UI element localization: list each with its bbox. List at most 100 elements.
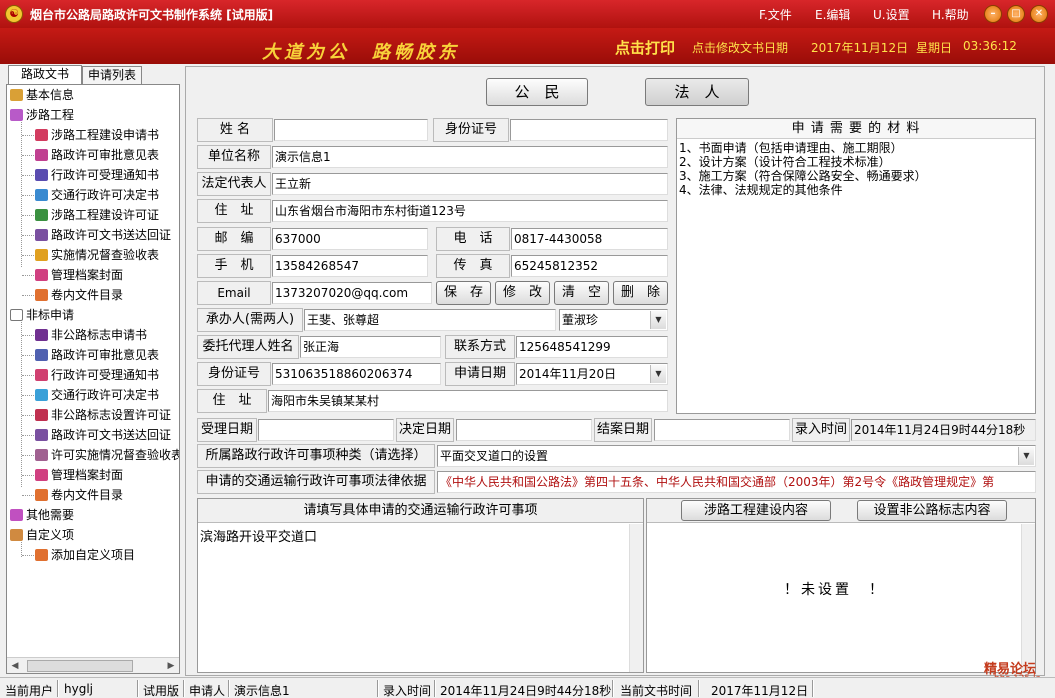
- status-bar: 当前用户 hyglj 试用版 申请人 演示信息1 录入时间 2014年11月24…: [0, 677, 1055, 698]
- menu-settings[interactable]: U.设置: [873, 6, 910, 23]
- close-date-field[interactable]: [654, 419, 790, 441]
- unit-field[interactable]: 演示信息1: [272, 146, 668, 168]
- contact-field[interactable]: 125648541299: [516, 336, 668, 358]
- change-date-link[interactable]: 点击修改文书日期: [692, 39, 788, 56]
- legal-person-button[interactable]: 法 人: [645, 78, 749, 106]
- tree-item-delivery[interactable]: 路政许可文书送达回证: [35, 225, 171, 245]
- delete-button[interactable]: 删 除: [613, 281, 668, 305]
- tab-applications[interactable]: 申请列表: [82, 66, 142, 85]
- matter-scrollbar[interactable]: [629, 524, 643, 672]
- id-field[interactable]: [510, 119, 668, 141]
- tree-road-project[interactable]: 涉路工程: [10, 105, 74, 125]
- sign-content-button[interactable]: 设置非公路标志内容: [857, 500, 1007, 521]
- scroll-right-icon[interactable]: ▶: [163, 658, 179, 674]
- close-date-label: 结案日期: [594, 418, 652, 442]
- tree-item-archive-cover-2[interactable]: 管理档案封面: [35, 465, 123, 485]
- decide-date-field[interactable]: [456, 419, 592, 441]
- matter-panel: 请填写具体申请的交通运输行政许可事项 滨海路开设平交道口: [197, 498, 644, 673]
- tree-custom[interactable]: 自定义项: [10, 525, 74, 545]
- mobile-label: 手 机: [197, 254, 271, 278]
- tree-item-sign-apply[interactable]: 非公路标志申请书: [35, 325, 147, 345]
- menu-file[interactable]: F.文件: [759, 6, 792, 23]
- citizen-button[interactable]: 公 民: [486, 78, 588, 106]
- sidebar-hscrollbar[interactable]: ◀ ▶: [7, 657, 179, 673]
- entry-time-label: 录入时间: [792, 418, 850, 442]
- tab-documents[interactable]: 路政文书: [8, 65, 82, 85]
- chevron-down-icon[interactable]: ▼: [650, 311, 666, 329]
- status-doc-time: 2017年11月12日: [711, 684, 809, 698]
- agent-id-field[interactable]: 531063518860206374: [272, 363, 441, 385]
- tree-non-standard[interactable]: 非标申请: [10, 305, 74, 325]
- folder-icon: [35, 289, 48, 301]
- legal-basis-field[interactable]: 《中华人民共和国公路法》第四十五条、中华人民共和国交通部（2003年）第2号令《…: [437, 471, 1036, 493]
- edit-button[interactable]: 修 改: [495, 281, 550, 305]
- tree-item-road-apply[interactable]: 涉路工程建设申请书: [35, 125, 159, 145]
- handler-field[interactable]: 王斐、张尊超: [304, 309, 556, 331]
- close-icon[interactable]: ✕: [1030, 5, 1048, 23]
- tree-item-archive-cover[interactable]: 管理档案封面: [35, 265, 123, 285]
- fax-label: 传 真: [436, 254, 510, 278]
- materials-panel: 申 请 需 要 的 材 料 1、书面申请（包括申请理由、施工期限） 2、设计方案…: [676, 118, 1036, 414]
- fax-field[interactable]: 65245812352: [511, 255, 668, 277]
- books-icon: [10, 109, 23, 121]
- address-field[interactable]: 山东省烟台市海阳市东村街道123号: [272, 200, 668, 222]
- contact-label: 联系方式: [445, 335, 515, 359]
- page-icon: [10, 309, 23, 321]
- menu-help[interactable]: H.帮助: [932, 6, 969, 23]
- tree-item-inspection-2[interactable]: 许可实施情况督查验收表: [35, 445, 179, 465]
- agent-field[interactable]: 张正海: [300, 336, 441, 358]
- folder-icon: [35, 549, 48, 561]
- name-field[interactable]: [274, 119, 428, 141]
- menu-edit[interactable]: E.编辑: [815, 6, 850, 23]
- tree-item-decision-2[interactable]: 交通行政许可决定书: [35, 385, 159, 405]
- tree-item-sign-license[interactable]: 非公路标志设置许可证: [35, 405, 171, 425]
- save-button[interactable]: 保 存: [436, 281, 491, 305]
- tree-basic-info[interactable]: 基本信息: [10, 85, 74, 105]
- category-select[interactable]: 平面交叉道口的设置 ▼: [437, 445, 1036, 467]
- legal-rep-field[interactable]: 王立新: [272, 173, 668, 195]
- tree-item-acceptance[interactable]: 行政许可受理通知书: [35, 165, 159, 185]
- apply-date-picker[interactable]: 2014年11月20日 ▼: [516, 363, 668, 385]
- chevron-down-icon[interactable]: ▼: [1018, 447, 1034, 465]
- agent-address-field[interactable]: 海阳市朱吴镇某某村: [268, 390, 668, 412]
- postcode-field[interactable]: 637000: [272, 228, 428, 250]
- pen-icon: [35, 129, 48, 141]
- tree-item-file-index[interactable]: 卷内文件目录: [35, 285, 123, 305]
- certificate-icon: [35, 409, 48, 421]
- tree-item-add-custom[interactable]: 添加自定义项目: [35, 545, 135, 565]
- matter-textarea[interactable]: 滨海路开设平交道口: [198, 524, 629, 672]
- clear-button[interactable]: 清 空: [554, 281, 609, 305]
- tree-item-file-index-2[interactable]: 卷内文件目录: [35, 485, 123, 505]
- tree-item-inspection[interactable]: 实施情况督查验收表: [35, 245, 159, 265]
- slogan: 大道为公 路畅胶东: [262, 42, 460, 63]
- print-link[interactable]: 点击打印: [615, 37, 675, 58]
- road-content-button[interactable]: 涉路工程建设内容: [681, 500, 831, 521]
- entry-time-field: 2014年11月24日9时44分18秒: [851, 419, 1036, 441]
- decision-icon: [35, 189, 48, 201]
- scroll-left-icon[interactable]: ◀: [7, 658, 23, 674]
- tree-item-delivery-2[interactable]: 路政许可文书送达回证: [35, 425, 171, 445]
- archive-icon: [35, 469, 48, 481]
- accept-date-field[interactable]: [258, 419, 394, 441]
- content-scrollbar[interactable]: [1021, 524, 1035, 672]
- tree-item-approval-2[interactable]: 路政许可审批意见表: [35, 345, 159, 365]
- handler2-select[interactable]: 董淑珍 ▼: [559, 309, 668, 331]
- person-icon: [10, 529, 23, 541]
- decision-icon: [35, 389, 48, 401]
- maximize-icon[interactable]: □: [1007, 5, 1025, 23]
- tree-other[interactable]: 其他需要: [10, 505, 74, 525]
- minimize-icon[interactable]: –: [984, 5, 1002, 23]
- materials-item-3: 3、施工方案（符合保障公路安全、畅通要求）: [679, 169, 927, 183]
- email-field[interactable]: 1373207020@qq.com: [272, 282, 432, 304]
- tree-item-approval[interactable]: 路政许可审批意见表: [35, 145, 159, 165]
- agent-label: 委托代理人姓名: [197, 335, 299, 359]
- tree-item-license[interactable]: 涉路工程建设许可证: [35, 205, 159, 225]
- people-icon: [10, 89, 23, 101]
- scroll-thumb[interactable]: [27, 660, 133, 672]
- phone-field[interactable]: 0817-4430058: [511, 228, 668, 250]
- tree-item-acceptance-2[interactable]: 行政许可受理通知书: [35, 365, 159, 385]
- mobile-field[interactable]: 13584268547: [272, 255, 428, 277]
- tree-item-decision[interactable]: 交通行政许可决定书: [35, 185, 159, 205]
- chevron-down-icon[interactable]: ▼: [650, 365, 666, 383]
- check-icon: [35, 449, 48, 461]
